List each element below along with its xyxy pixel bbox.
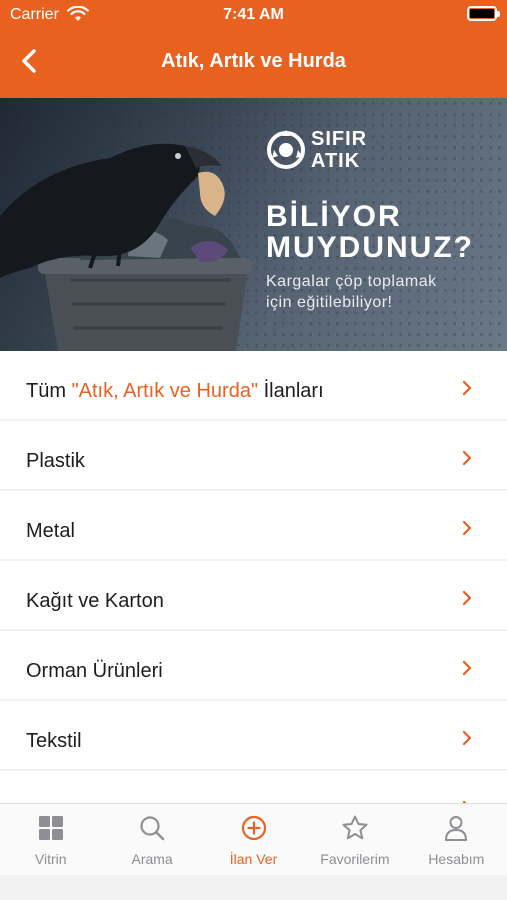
tab-label: Favorilerim	[320, 851, 390, 867]
tab-label: Hesabım	[428, 851, 485, 867]
category-list: Tüm "Atık, Artık ve Hurda" İlanları Plas…	[0, 351, 507, 803]
tab-label: Arama	[131, 851, 173, 867]
tab-arama[interactable]: Arama	[101, 804, 202, 875]
promo-banner[interactable]: SIFIR ATIK BİLİYOR MUYDUNUZ? Kargalar çö…	[0, 98, 507, 351]
tab-ilan-ver[interactable]: İlan Ver	[203, 804, 304, 875]
tab-label: Vitrin	[34, 851, 67, 867]
list-item[interactable]: Tekstil	[0, 701, 507, 769]
search-icon	[140, 816, 165, 841]
list-item-label: Plastik	[26, 450, 85, 472]
chevron-right-icon	[462, 660, 472, 676]
tab-favorilerim[interactable]: Favorilerim	[304, 804, 405, 875]
crow-trash-illustration	[0, 143, 252, 351]
tab-bar: Vitrin Arama İlan Ver Favorilerim Hesabı…	[0, 803, 507, 875]
status-bar: Carrier 7:41 AM	[0, 0, 507, 30]
all-category-name: "Atık, Artık ve Hurda"	[71, 380, 259, 402]
logo-text-top: SIFIR	[311, 128, 368, 150]
list-item[interactable]: Metal	[0, 491, 507, 559]
home-indicator-area	[0, 875, 507, 900]
list-item[interactable]: Plastik	[0, 421, 507, 489]
list-item-label: Metal	[26, 520, 75, 542]
page-title: Atık, Artık ve Hurda	[161, 50, 346, 72]
tab-label: İlan Ver	[229, 851, 278, 867]
all-suffix: İlanları	[258, 380, 324, 402]
list-item-label: Tekstil	[26, 730, 82, 752]
list-item[interactable]: Kağıt ve Karton	[0, 561, 507, 629]
star-icon	[342, 815, 368, 840]
person-icon	[445, 816, 468, 841]
chevron-right-icon	[462, 590, 472, 606]
banner-headline-1: BİLİYOR	[266, 200, 402, 233]
chevron-right-icon	[462, 730, 472, 746]
list-item-all[interactable]: Tüm "Atık, Artık ve Hurda" İlanları	[0, 351, 507, 419]
tab-hesabim[interactable]: Hesabım	[406, 804, 507, 875]
banner-subtext-1: Kargalar çöp toplamak	[266, 273, 437, 290]
chevron-right-icon	[462, 450, 472, 466]
banner-headline-2: MUYDUNUZ?	[266, 231, 474, 264]
battery-icon	[467, 6, 500, 21]
all-prefix: Tüm	[26, 380, 72, 402]
clock: 7:41 AM	[223, 6, 284, 23]
list-item-label: Orman Ürünleri	[26, 660, 163, 682]
logo-text-bottom: ATIK	[311, 150, 361, 172]
top-header: Carrier 7:41 AM Atık, Artık ve Hurda	[0, 0, 507, 98]
list-item[interactable]: Orman Ürünleri	[0, 631, 507, 699]
banner-subtext-2: için eğitilebiliyor!	[266, 294, 393, 311]
list-item-partial[interactable]	[0, 771, 507, 803]
chevron-right-icon	[462, 380, 472, 396]
tab-vitrin[interactable]: Vitrin	[0, 804, 101, 875]
chevron-right-icon	[462, 520, 472, 536]
navigation-bar: Atık, Artık ve Hurda	[0, 34, 507, 92]
list-item-label: Tüm "Atık, Artık ve Hurda" İlanları	[26, 380, 324, 403]
list-item-label: Kağıt ve Karton	[26, 590, 164, 612]
plus-circle-icon	[241, 815, 266, 841]
grid-icon	[38, 816, 63, 840]
